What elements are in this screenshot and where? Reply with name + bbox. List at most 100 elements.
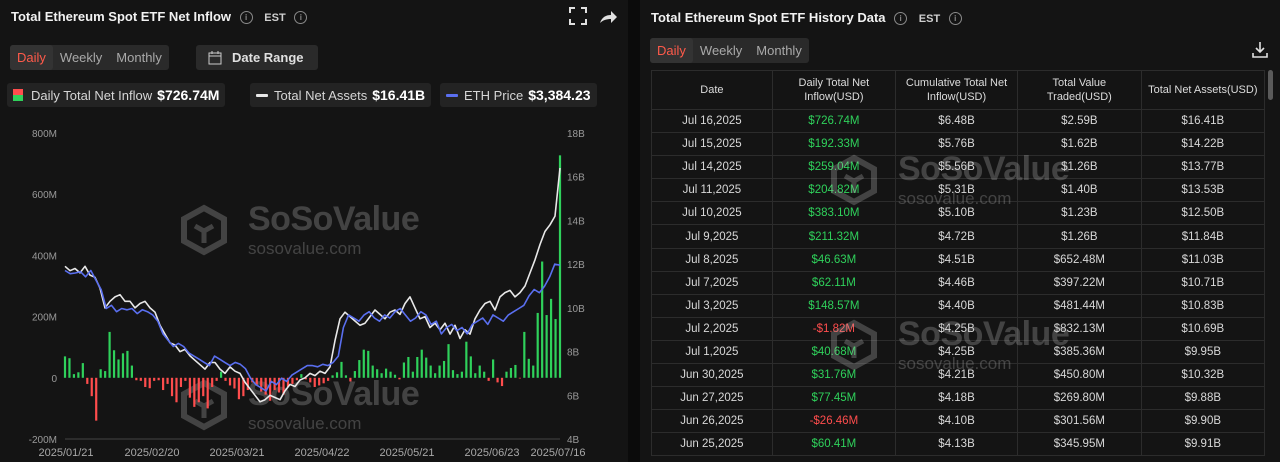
- cell-cumulative-inflow: $4.51B: [894, 247, 1019, 272]
- cell-net-assets: $16.41B: [1140, 108, 1266, 134]
- column-header-net-assets[interactable]: Total Net Assets(USD): [1140, 70, 1266, 110]
- history-title: Total Ethereum Spot ETF History Data: [651, 10, 886, 25]
- cell-net-assets: $11.03B: [1140, 247, 1266, 272]
- inflow-bar: [492, 359, 495, 378]
- cell-net-assets: $9.95B: [1140, 339, 1266, 365]
- inflow-bar: [487, 377, 490, 381]
- inflow-bar: [260, 377, 263, 392]
- inflow-bar: [170, 377, 174, 397]
- cell-net-assets: $13.77B: [1140, 155, 1266, 180]
- cell-cumulative-inflow: $4.10B: [894, 409, 1019, 434]
- inflow-bar: [112, 350, 116, 378]
- inflow-bar: [211, 377, 214, 387]
- table-row[interactable]: Jun 30,2025 $31.76M $4.21B $450.80M $10.32B: [651, 363, 1266, 388]
- inflow-bar: [322, 377, 325, 384]
- inflow-bar: [68, 358, 71, 378]
- history-period-tabs: Daily Weekly Monthly: [650, 38, 809, 63]
- inflow-bar: [407, 356, 410, 378]
- tab-monthly[interactable]: Monthly: [749, 38, 809, 63]
- column-header-value-traded[interactable]: Total Value Traded(USD): [1017, 70, 1142, 110]
- inflow-bar: [402, 362, 406, 378]
- table-row[interactable]: Jul 7,2025 $62.11M $4.46B $397.22M $10.71B: [651, 270, 1266, 295]
- table-header-row: Date Daily Total Net Inflow(USD) Cumulat…: [651, 70, 1266, 110]
- cell-daily-inflow: $77.45M: [771, 386, 896, 411]
- y-left-tick-label: -200M: [29, 435, 57, 446]
- cell-value-traded: $450.80M: [1017, 363, 1142, 388]
- info-icon[interactable]: i: [894, 12, 908, 26]
- inflow-bar: [420, 349, 423, 378]
- x-tick-label: 2025/04/22: [294, 447, 349, 459]
- y-right-tick-label: 18B: [567, 129, 585, 140]
- tab-daily[interactable]: Daily: [650, 38, 693, 63]
- column-header-date[interactable]: Date: [651, 70, 773, 110]
- inflow-bar: [474, 373, 477, 378]
- column-header-daily-inflow[interactable]: Daily Total Net Inflow(USD): [771, 70, 896, 110]
- tab-weekly[interactable]: Weekly: [693, 38, 749, 63]
- table-row[interactable]: Jul 2,2025 -$1.82M $4.25B $832.13M $10.69B: [651, 316, 1266, 341]
- table-row[interactable]: Jul 14,2025 $259.04M $5.56B $1.26B $13.77B: [651, 155, 1266, 180]
- cell-cumulative-inflow: $4.25B: [894, 339, 1019, 365]
- table-row[interactable]: Jun 26,2025 -$26.46M $4.10B $301.56M $9.90B: [651, 409, 1266, 434]
- table-row[interactable]: Jun 25,2025 $60.41M $4.13B $345.95M $9.91B: [651, 432, 1266, 457]
- inflow-bar: [376, 369, 379, 378]
- cell-value-traded: $1.26B: [1017, 224, 1142, 249]
- inflow-bar: [514, 364, 517, 378]
- cell-cumulative-inflow: $4.46B: [894, 270, 1019, 295]
- inflow-bar: [416, 356, 419, 378]
- cell-date: Jul 8,2025: [651, 247, 773, 272]
- cell-net-assets: $10.83B: [1140, 293, 1266, 318]
- inflow-chart[interactable]: 800M 600M 400M 200M 0 -200M 18B 16B 14B 12B 10B 8B 6…: [0, 0, 628, 462]
- inflow-bar: [549, 298, 553, 378]
- inflow-bar: [331, 375, 334, 378]
- inflow-bar: [469, 356, 472, 378]
- inflow-bar: [157, 377, 160, 381]
- inflow-bar: [335, 372, 339, 378]
- inflow-bar: [184, 377, 187, 381]
- inflow-bar: [558, 155, 562, 378]
- y-left-tick-label: 600M: [32, 190, 57, 201]
- table-row[interactable]: Jul 1,2025 $40.68M $4.25B $385.36M $9.95B: [651, 339, 1266, 365]
- inflow-bar: [197, 377, 200, 403]
- column-header-cumulative-inflow[interactable]: Cumulative Total Net Inflow(USD): [894, 70, 1019, 110]
- cell-daily-inflow: $148.57M: [771, 293, 896, 318]
- net-assets-line: [64, 167, 561, 403]
- cell-value-traded: $1.23B: [1017, 201, 1142, 226]
- inflow-bar: [117, 359, 120, 378]
- inflow-bar: [90, 377, 93, 397]
- inflow-bar: [300, 374, 303, 378]
- table-scrollbar[interactable]: [1268, 70, 1273, 100]
- x-tick-label: 2025/05/21: [379, 447, 434, 459]
- inflow-bar: [309, 377, 312, 383]
- cell-date: Jul 3,2025: [651, 293, 773, 318]
- inflow-bar: [224, 377, 227, 381]
- inflow-bar: [228, 377, 232, 386]
- y-left-tick-label: 800M: [32, 129, 57, 140]
- inflow-bar: [295, 377, 298, 381]
- inflow-bar: [353, 371, 356, 378]
- inflow-bar: [99, 369, 102, 378]
- table-row[interactable]: Jul 16,2025 $726.74M $6.48B $2.59B $16.41B: [651, 108, 1266, 134]
- download-icon[interactable]: [1250, 40, 1270, 60]
- inflow-bar: [532, 365, 535, 378]
- inflow-bar: [451, 370, 455, 378]
- inflow-bar: [554, 319, 557, 378]
- table-row[interactable]: Jul 9,2025 $211.32M $4.72B $1.26B $11.84B: [651, 224, 1266, 249]
- inflow-bar: [460, 371, 463, 378]
- table-row[interactable]: Jul 3,2025 $148.57M $4.40B $481.44M $10.83B: [651, 293, 1266, 318]
- inflow-bar: [371, 365, 374, 378]
- inflow-bar: [153, 377, 156, 381]
- timezone-info-icon[interactable]: i: [948, 12, 962, 26]
- table-row[interactable]: Jul 8,2025 $46.63M $4.51B $652.48M $11.03B: [651, 247, 1266, 272]
- table-row[interactable]: Jul 10,2025 $383.10M $5.10B $1.23B $12.50B: [651, 201, 1266, 226]
- inflow-bar: [545, 315, 548, 378]
- table-row[interactable]: Jul 15,2025 $192.33M $5.76B $1.62B $14.22B: [651, 132, 1266, 157]
- x-tick-label: 2025/02/20: [124, 447, 179, 459]
- cell-daily-inflow: $40.68M: [771, 339, 896, 365]
- cell-cumulative-inflow: $5.56B: [894, 155, 1019, 180]
- inflow-bar: [380, 373, 383, 378]
- history-table: Date Daily Total Net Inflow(USD) Cumulat…: [651, 70, 1266, 457]
- table-row[interactable]: Jun 27,2025 $77.45M $4.18B $269.80M $9.88B: [651, 386, 1266, 411]
- inflow-bar: [179, 377, 183, 387]
- cell-cumulative-inflow: $4.25B: [894, 316, 1019, 341]
- table-row[interactable]: Jul 11,2025 $204.82M $5.31B $1.40B $13.53B: [651, 178, 1266, 203]
